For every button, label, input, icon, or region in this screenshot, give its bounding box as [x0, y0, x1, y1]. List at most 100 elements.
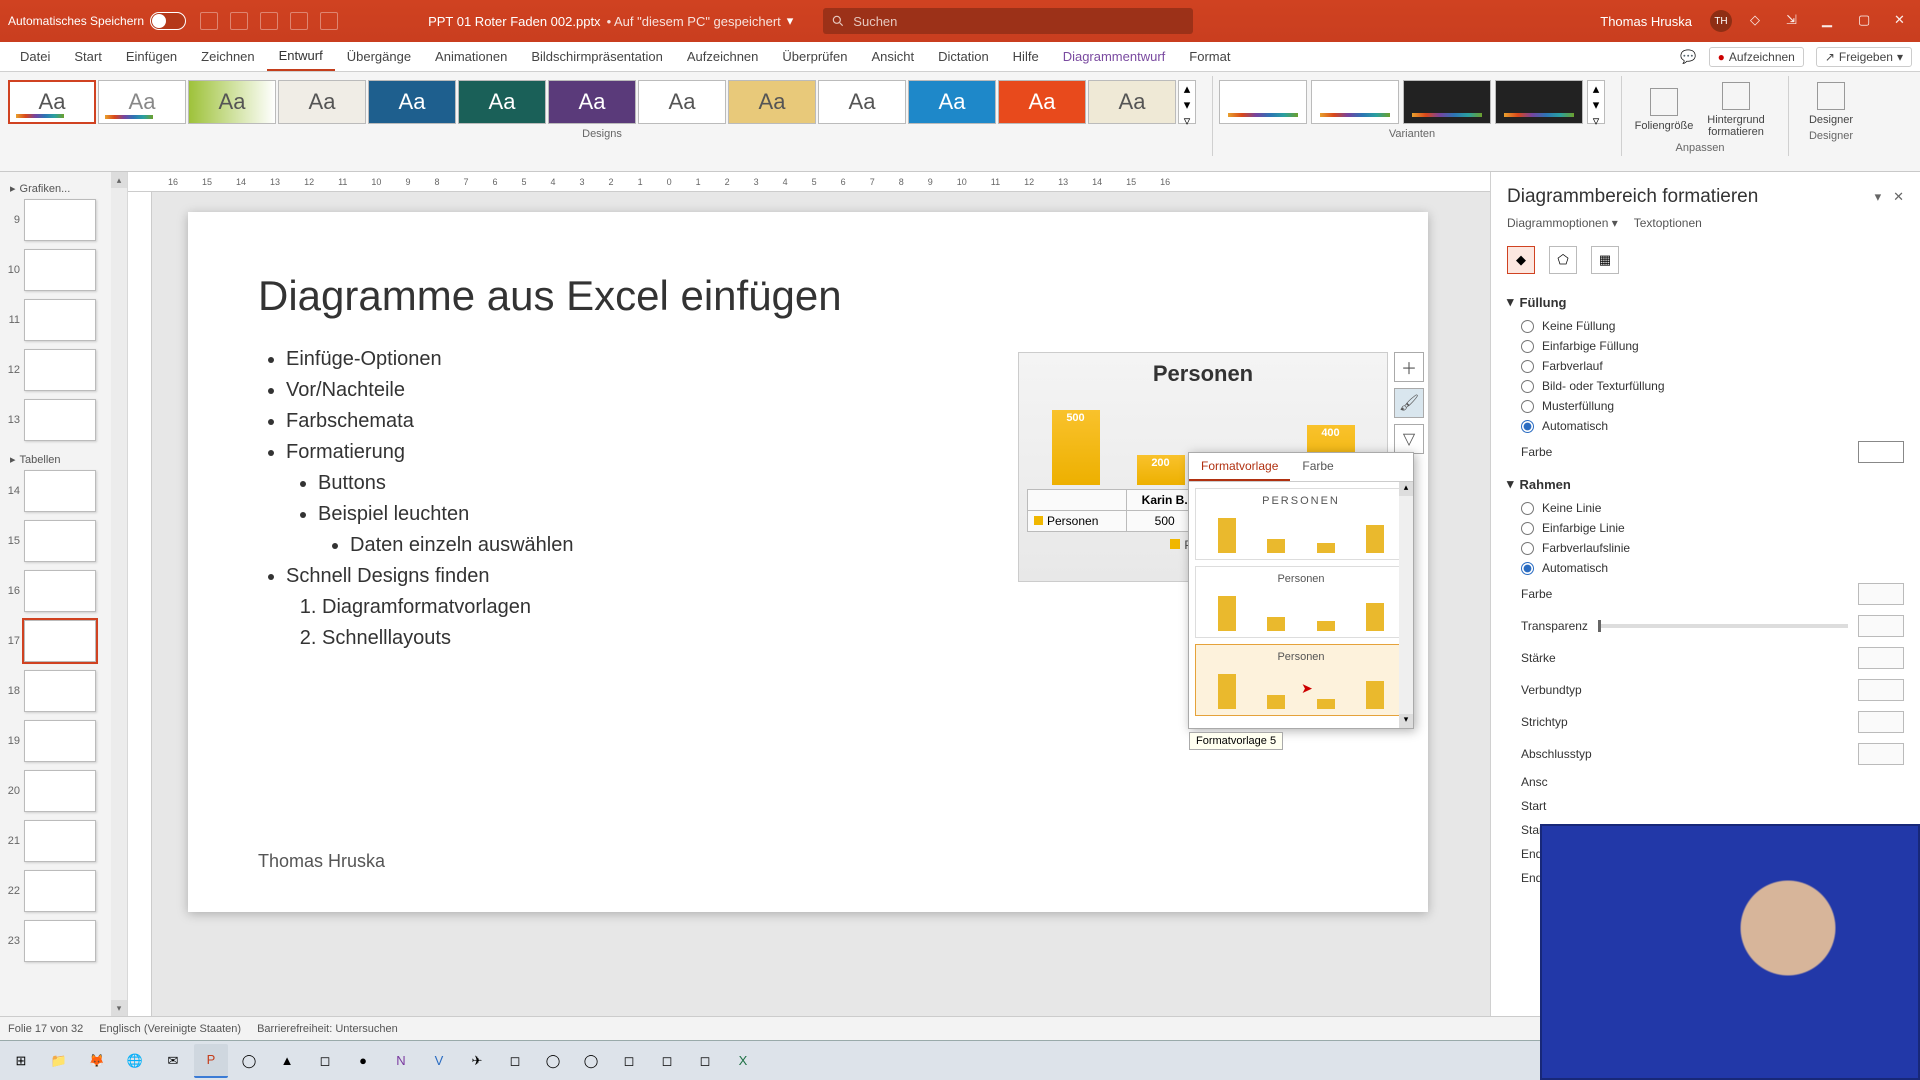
file-explorer-icon[interactable]: 📁 — [42, 1044, 76, 1078]
window-minimize-icon[interactable]: ▁ — [1822, 12, 1840, 30]
variant-1[interactable] — [1219, 80, 1307, 124]
style-preview-1[interactable]: PERSONEN — [1195, 488, 1407, 560]
app-icon[interactable]: ● — [346, 1044, 380, 1078]
slide-thumb-11[interactable] — [24, 299, 96, 341]
theme-gallery[interactable]: Aa Aa Aa Aa Aa Aa Aa Aa Aa Aa Aa Aa Aa ▴… — [8, 76, 1196, 124]
theme-thumb-12[interactable]: Aa — [998, 80, 1086, 124]
app-icon[interactable]: ◯ — [574, 1044, 608, 1078]
slide-thumb-20[interactable] — [24, 770, 96, 812]
user-avatar[interactable]: TH — [1710, 10, 1732, 32]
tab-draw[interactable]: Zeichnen — [189, 42, 266, 71]
tab-view[interactable]: Ansicht — [859, 42, 926, 71]
line-gradient-radio[interactable]: Farbverlaufslinie — [1507, 538, 1904, 558]
record-button[interactable]: ●Aufzeichnen — [1709, 47, 1804, 67]
theme-gallery-more[interactable]: ▴▾▿ — [1178, 80, 1196, 124]
scroll-down-icon[interactable]: ▾ — [111, 1000, 127, 1016]
theme-thumb-8[interactable]: Aa — [638, 80, 726, 124]
variant-gallery-more[interactable]: ▴▾▿ — [1587, 80, 1605, 124]
cap-select[interactable] — [1858, 743, 1904, 765]
chart-filters-button[interactable]: ▽ — [1394, 424, 1424, 454]
slide-thumb-13[interactable] — [24, 399, 96, 441]
pane-close-icon[interactable]: ✕ — [1893, 189, 1904, 205]
app-icon[interactable]: ◻ — [308, 1044, 342, 1078]
chrome-icon[interactable]: 🌐 — [118, 1044, 152, 1078]
theme-thumb-3[interactable]: Aa — [188, 80, 276, 124]
start-button[interactable]: ⊞ — [4, 1044, 38, 1078]
compound-select[interactable] — [1858, 679, 1904, 701]
app-icon[interactable]: ◻ — [498, 1044, 532, 1078]
theme-thumb-6[interactable]: Aa — [458, 80, 546, 124]
popup-tab-color[interactable]: Farbe — [1290, 453, 1345, 481]
ribbon-mode-icon[interactable]: ⇲ — [1786, 12, 1804, 30]
slide-thumb-22[interactable] — [24, 870, 96, 912]
slide-thumb-17[interactable] — [24, 620, 96, 662]
fill-pattern-radio[interactable]: Musterfüllung — [1507, 396, 1904, 416]
tab-insert[interactable]: Einfügen — [114, 42, 189, 71]
fill-picture-radio[interactable]: Bild- oder Texturfüllung — [1507, 376, 1904, 396]
fill-auto-radio[interactable]: Automatisch — [1507, 416, 1904, 436]
tab-format[interactable]: Format — [1177, 42, 1242, 71]
fill-gradient-radio[interactable]: Farbverlauf — [1507, 356, 1904, 376]
theme-thumb-7[interactable]: Aa — [548, 80, 636, 124]
app-icon[interactable]: ◻ — [612, 1044, 646, 1078]
transparency-slider[interactable] — [1598, 624, 1848, 628]
app-icon[interactable]: ◻ — [688, 1044, 722, 1078]
width-input[interactable] — [1858, 647, 1904, 669]
tab-record[interactable]: Aufzeichnen — [675, 42, 771, 71]
slide-size-button[interactable]: Foliengröße — [1628, 76, 1700, 138]
dash-select[interactable] — [1858, 711, 1904, 733]
fill-solid-radio[interactable]: Einfarbige Füllung — [1507, 336, 1904, 356]
tab-review[interactable]: Überprüfen — [770, 42, 859, 71]
tab-design[interactable]: Entwurf — [267, 42, 335, 71]
tab-start[interactable]: Start — [62, 42, 113, 71]
variant-3[interactable] — [1403, 80, 1491, 124]
fill-section-header[interactable]: ▾ Füllung — [1507, 286, 1904, 316]
theme-thumb-13[interactable]: Aa — [1088, 80, 1176, 124]
designer-button[interactable]: Designer — [1795, 76, 1867, 126]
slide-thumb-14[interactable] — [24, 470, 96, 512]
tab-dictation[interactable]: Dictation — [926, 42, 1001, 71]
touchmode-icon[interactable] — [320, 12, 338, 30]
present-icon[interactable] — [290, 12, 308, 30]
user-name[interactable]: Thomas Hruska — [1600, 14, 1692, 29]
theme-thumb-5[interactable]: Aa — [368, 80, 456, 124]
line-auto-radio[interactable]: Automatisch — [1507, 558, 1904, 578]
slide-thumb-19[interactable] — [24, 720, 96, 762]
theme-thumb-9[interactable]: Aa — [728, 80, 816, 124]
pane-dropdown-icon[interactable]: ▾ — [1875, 189, 1882, 205]
tab-help[interactable]: Hilfe — [1001, 42, 1051, 71]
transparency-input[interactable] — [1858, 615, 1904, 637]
section-header-graphics[interactable]: ▸ Grafiken... — [4, 178, 123, 199]
effects-icon[interactable]: ⬠ — [1549, 246, 1577, 274]
tab-file[interactable]: Datei — [8, 42, 62, 71]
scroll-up-icon[interactable]: ▴ — [1399, 482, 1413, 496]
popup-tab-style[interactable]: Formatvorlage — [1189, 453, 1290, 481]
popup-scrollbar[interactable]: ▴ ▾ — [1399, 482, 1413, 728]
comments-icon[interactable]: 💬 — [1680, 49, 1696, 65]
pane-subtab-chart[interactable]: Diagrammoptionen ▾ — [1507, 216, 1618, 234]
slide-thumb-23[interactable] — [24, 920, 96, 962]
tab-chartdesign[interactable]: Diagrammentwurf — [1051, 42, 1178, 71]
vlc-icon[interactable]: ▲ — [270, 1044, 304, 1078]
chevron-down-icon[interactable]: ▾ — [787, 13, 794, 29]
slide-thumb-9[interactable] — [24, 199, 96, 241]
border-section-header[interactable]: ▾ Rahmen — [1507, 468, 1904, 498]
excel-icon[interactable]: X — [726, 1044, 760, 1078]
thumb-scrollbar[interactable]: ▴ ▾ — [111, 172, 127, 1016]
firefox-icon[interactable]: 🦊 — [80, 1044, 114, 1078]
line-none-radio[interactable]: Keine Linie — [1507, 498, 1904, 518]
teams-icon[interactable]: ◇ — [1750, 12, 1768, 30]
slide-thumb-21[interactable] — [24, 820, 96, 862]
share-button[interactable]: ↗Freigeben▾ — [1816, 47, 1912, 67]
format-background-button[interactable]: Hintergrund formatieren — [1700, 76, 1772, 138]
onenote-icon[interactable]: N — [384, 1044, 418, 1078]
powerpoint-icon[interactable]: P — [194, 1044, 228, 1078]
app-icon[interactable]: ◻ — [650, 1044, 684, 1078]
telegram-icon[interactable]: ✈ — [460, 1044, 494, 1078]
chart-elements-button[interactable]: ＋ — [1394, 352, 1424, 382]
slide-thumb-12[interactable] — [24, 349, 96, 391]
window-maximize-icon[interactable]: ▢ — [1858, 12, 1876, 30]
slide-thumb-15[interactable] — [24, 520, 96, 562]
tab-slideshow[interactable]: Bildschirmpräsentation — [519, 42, 675, 71]
outlook-icon[interactable]: ✉ — [156, 1044, 190, 1078]
